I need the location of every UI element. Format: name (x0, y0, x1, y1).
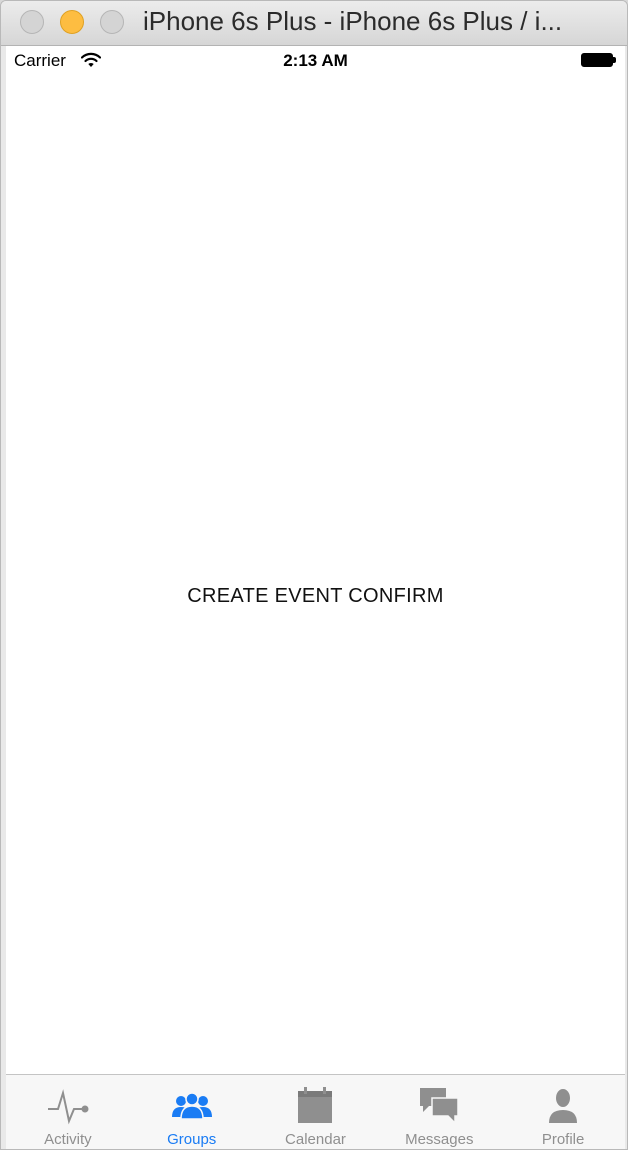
tab-calendar[interactable]: Calendar (254, 1075, 378, 1149)
close-window-button[interactable] (20, 10, 44, 34)
status-bar: Carrier 2:13 AM (6, 46, 625, 76)
window-title: iPhone 6s Plus - iPhone 6s Plus / i... (143, 6, 563, 36)
tab-groups[interactable]: Groups (130, 1075, 254, 1149)
messages-icon (420, 1088, 460, 1125)
tab-groups-label: Groups (167, 1131, 217, 1148)
tab-bar: Activity Groups Calendar Messages Profil… (6, 1074, 625, 1149)
tab-activity-label: Activity (44, 1131, 92, 1148)
zoom-window-button[interactable] (100, 10, 124, 34)
tab-messages[interactable]: Messages (377, 1075, 501, 1149)
battery-tip (613, 57, 616, 63)
groups-icon (171, 1092, 212, 1120)
device-screen: Carrier 2:13 AM CREATE EVENT CONFIRM Act… (6, 46, 625, 1149)
simulator-window: iPhone 6s Plus - iPhone 6s Plus / i... C… (0, 0, 628, 1150)
tab-messages-label: Messages (405, 1131, 474, 1148)
tab-profile[interactable]: Profile (501, 1075, 625, 1149)
title-bar[interactable]: iPhone 6s Plus - iPhone 6s Plus / i... (1, 1, 627, 46)
tab-activity[interactable]: Activity (6, 1075, 130, 1149)
minimize-window-button[interactable] (60, 10, 84, 34)
activity-icon (47, 1089, 89, 1125)
battery-icon (581, 53, 613, 67)
calendar-icon (298, 1087, 333, 1123)
tab-profile-label: Profile (541, 1131, 585, 1148)
tab-calendar-label: Calendar (285, 1131, 346, 1148)
profile-icon (549, 1089, 578, 1123)
screen-title-label: CREATE EVENT CONFIRM (187, 585, 444, 607)
status-time: 2:13 AM (283, 51, 348, 70)
